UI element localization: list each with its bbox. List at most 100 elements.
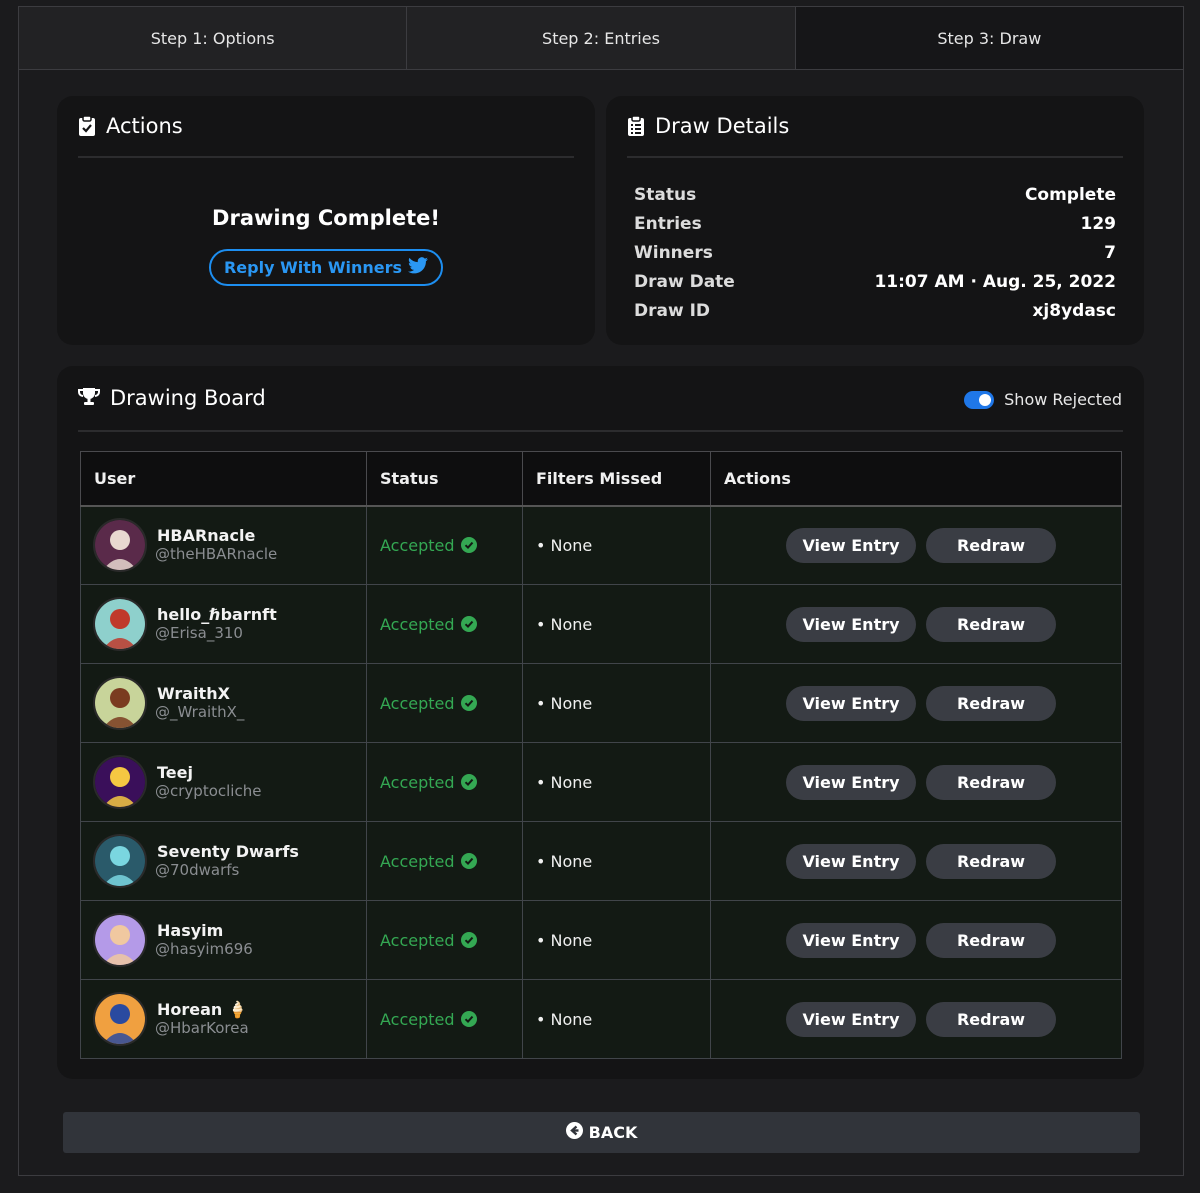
status-text: Accepted	[380, 693, 455, 713]
actions-cell: View Entry Redraw	[710, 979, 1122, 1059]
status-cell: Accepted	[366, 505, 523, 585]
user-name[interactable]: Seventy Dwarfs	[155, 842, 299, 861]
tab-step-entries[interactable]: Step 2: Entries	[407, 7, 796, 69]
view-entry-button[interactable]: View Entry	[786, 922, 916, 958]
redraw-button[interactable]: Redraw	[926, 527, 1056, 563]
user-cell: Seventy Dwarfs @70dwarfs	[80, 821, 367, 901]
user-name[interactable]: HBARnacle	[155, 526, 277, 545]
user-handle[interactable]: @theHBARnacle	[155, 545, 277, 564]
filters-missed-cell: • None	[522, 663, 711, 743]
redraw-button[interactable]: Redraw	[926, 843, 1056, 879]
view-entry-button[interactable]: View Entry	[786, 527, 916, 563]
avatar[interactable]	[93, 913, 147, 967]
redraw-button[interactable]: Redraw	[926, 922, 1056, 958]
filters-missed-cell: • None	[522, 900, 711, 980]
details-list: Status Complete Entries 129 Winners 7 Draw …	[634, 180, 1116, 325]
table-row: Teej @cryptocliche Accepted • None View …	[80, 742, 1122, 822]
table-row: HBARnacle @theHBARnacle Accepted • None …	[80, 505, 1122, 585]
view-entry-button[interactable]: View Entry	[786, 843, 916, 879]
check-circle-icon	[460, 853, 477, 869]
view-entry-button[interactable]: View Entry	[786, 764, 916, 800]
view-entry-button[interactable]: View Entry	[786, 685, 916, 721]
avatar[interactable]	[93, 676, 147, 730]
user-cell: Horean 🍦 @HbarKorea	[80, 979, 367, 1059]
status-text: Accepted	[380, 1009, 455, 1029]
check-circle-icon	[460, 616, 477, 632]
check-circle-icon	[460, 537, 477, 554]
show-rejected-control: Show Rejected	[964, 390, 1122, 409]
detail-winners: Winners 7	[634, 242, 1116, 263]
status-text: Accepted	[380, 535, 455, 555]
redraw-button[interactable]: Redraw	[926, 606, 1056, 642]
status-cell: Accepted	[366, 742, 523, 822]
draw-details-card: Draw Details Status Complete Entries 129 W…	[606, 96, 1144, 345]
table-row: WraithX @_WraithX_ Accepted • None View …	[80, 663, 1122, 743]
user-handle[interactable]: @70dwarfs	[155, 861, 299, 880]
user-name[interactable]: hello_ℏbarnft	[155, 605, 277, 624]
col-header-status: Status	[366, 451, 523, 507]
drawing-board-card: Drawing Board Show Rejected User Status …	[57, 366, 1144, 1079]
check-circle-icon	[460, 932, 477, 948]
status-text: Accepted	[380, 851, 455, 871]
actions-cell: View Entry Redraw	[710, 900, 1122, 980]
check-circle-icon	[460, 774, 477, 790]
user-cell: HBARnacle @theHBARnacle	[80, 505, 367, 585]
twitter-bird-icon	[408, 257, 429, 278]
table-header-row: User Status Filters Missed Actions	[80, 451, 1122, 507]
avatar[interactable]	[93, 755, 147, 809]
tab-step-draw[interactable]: Step 3: Draw	[795, 7, 1183, 69]
step-tabs: Step 1: Options Step 2: Entries Step 3: …	[19, 7, 1183, 70]
col-header-user: User	[80, 451, 367, 507]
redraw-button[interactable]: Redraw	[926, 1001, 1056, 1037]
table-body: HBARnacle @theHBARnacle Accepted • None …	[80, 505, 1122, 1059]
view-entry-button[interactable]: View Entry	[786, 1001, 916, 1037]
trophy-icon	[78, 387, 100, 409]
actions-cell: View Entry Redraw	[710, 584, 1122, 664]
user-handle[interactable]: @hasyim696	[155, 940, 253, 959]
reply-label: Reply With Winners	[223, 258, 403, 277]
check-circle-icon	[460, 1011, 477, 1027]
details-header: Draw Details	[627, 96, 1123, 158]
back-button[interactable]: BACK	[63, 1112, 1140, 1153]
avatar[interactable]	[93, 834, 147, 888]
avatar[interactable]	[93, 597, 147, 651]
user-cell: hello_ℏbarnft @Erisa_310	[80, 584, 367, 664]
user-name[interactable]: WraithX	[155, 684, 244, 703]
user-name[interactable]: Hasyim	[155, 921, 253, 940]
user-cell: WraithX @_WraithX_	[80, 663, 367, 743]
show-rejected-toggle[interactable]	[964, 390, 995, 409]
user-cell: Teej @cryptocliche	[80, 742, 367, 822]
redraw-button[interactable]: Redraw	[926, 685, 1056, 721]
user-handle[interactable]: @cryptocliche	[155, 782, 261, 801]
status-cell: Accepted	[366, 979, 523, 1059]
drawing-board-table: User Status Filters Missed Actions HBARn…	[80, 451, 1122, 1059]
detail-draw-date: Draw Date 11:07 AM · Aug. 25, 2022	[634, 271, 1116, 292]
tab-step-options[interactable]: Step 1: Options	[19, 7, 408, 69]
table-row: Hasyim @hasyim696 Accepted • None View E…	[80, 900, 1122, 980]
table-row: Seventy Dwarfs @70dwarfs Accepted • None…	[80, 821, 1122, 901]
actions-cell: View Entry Redraw	[710, 663, 1122, 743]
filters-missed-cell: • None	[522, 979, 711, 1059]
user-handle[interactable]: @Erisa_310	[155, 624, 277, 643]
reply-with-winners-button[interactable]: Reply With Winners	[209, 249, 443, 286]
check-circle-icon	[460, 695, 477, 711]
status-cell: Accepted	[366, 584, 523, 664]
details-title: Draw Details	[655, 114, 790, 138]
status-cell: Accepted	[366, 663, 523, 743]
arrow-left-circle-icon	[565, 1122, 583, 1143]
user-name[interactable]: Teej	[155, 763, 261, 782]
status-cell: Accepted	[366, 900, 523, 980]
status-text: Accepted	[380, 930, 455, 950]
col-header-actions: Actions	[710, 451, 1122, 507]
col-header-filters: Filters Missed	[522, 451, 711, 507]
drawing-complete-text: Drawing Complete!	[212, 206, 440, 230]
avatar[interactable]	[93, 518, 147, 573]
redraw-button[interactable]: Redraw	[926, 764, 1056, 800]
avatar[interactable]	[93, 992, 147, 1046]
show-rejected-label: Show Rejected	[1004, 390, 1122, 409]
user-handle[interactable]: @_WraithX_	[155, 703, 244, 722]
user-handle[interactable]: @HbarKorea	[155, 1019, 249, 1038]
view-entry-button[interactable]: View Entry	[786, 606, 916, 642]
actions-cell: View Entry Redraw	[710, 742, 1122, 822]
user-name[interactable]: Horean 🍦	[155, 1000, 249, 1019]
